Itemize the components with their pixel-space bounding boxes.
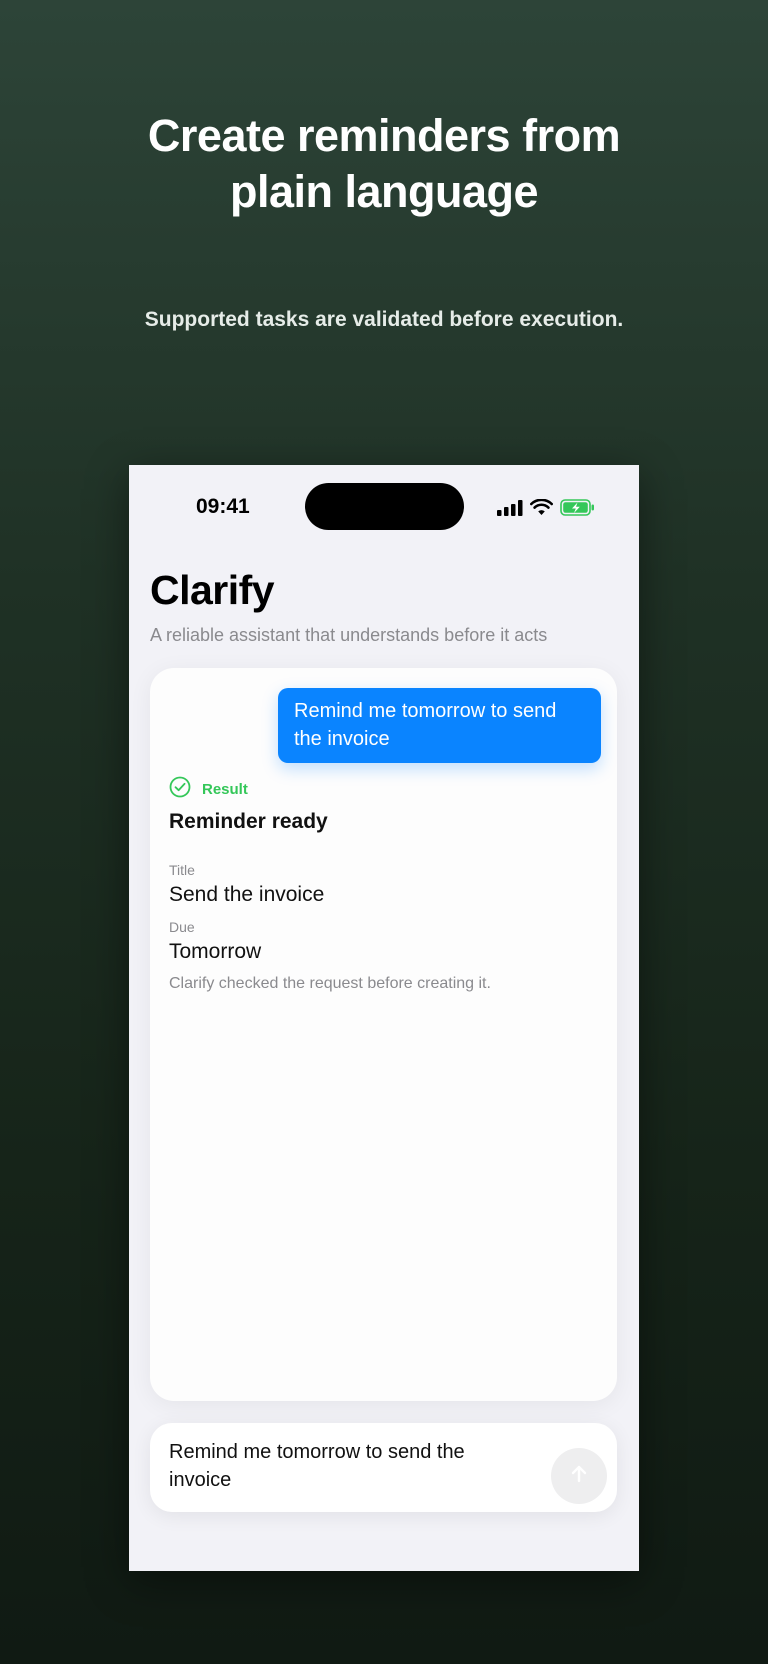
hero-title: Create reminders from plain language (0, 108, 768, 220)
due-field-value: Tomorrow (169, 940, 262, 963)
result-footnote: Clarify checked the request before creat… (169, 975, 491, 992)
title-field-label: Title (169, 862, 195, 878)
user-message-bubble: Remind me tomorrow to send the invoice (278, 688, 601, 763)
app-subtitle: A reliable assistant that understands be… (150, 625, 548, 645)
phone-screen: 09:41 Clarify A reliable assistant that … (129, 465, 639, 1571)
hero-title-line-1: Create reminders from (147, 110, 621, 161)
message-input-bar[interactable]: Remind me tomorrow to send the invoice (150, 1423, 617, 1512)
wifi-icon (530, 498, 553, 521)
hero-subtitle: Supported tasks are validated before exe… (144, 308, 624, 331)
message-input[interactable]: Remind me tomorrow to send the invoice (169, 1438, 529, 1494)
status-time: 09:41 (196, 495, 250, 518)
hero-title-line-2: plain language (229, 166, 539, 217)
send-button[interactable] (551, 1448, 607, 1504)
arrow-up-icon (568, 1463, 590, 1490)
title-field-value: Send the invoice (169, 883, 325, 906)
result-heading: Reminder ready (169, 810, 328, 833)
cellular-signal-icon (497, 499, 523, 521)
dynamic-island (305, 483, 464, 530)
due-field-label: Due (169, 919, 195, 935)
battery-charging-icon (560, 499, 595, 521)
status-icons (497, 498, 595, 521)
app-title: Clarify (150, 567, 275, 613)
checkmark-circle-icon (169, 776, 191, 803)
chat-card: Remind me tomorrow to send the invoice R… (150, 668, 617, 1401)
result-label: Result (202, 781, 248, 798)
result-row: Result (169, 776, 248, 803)
